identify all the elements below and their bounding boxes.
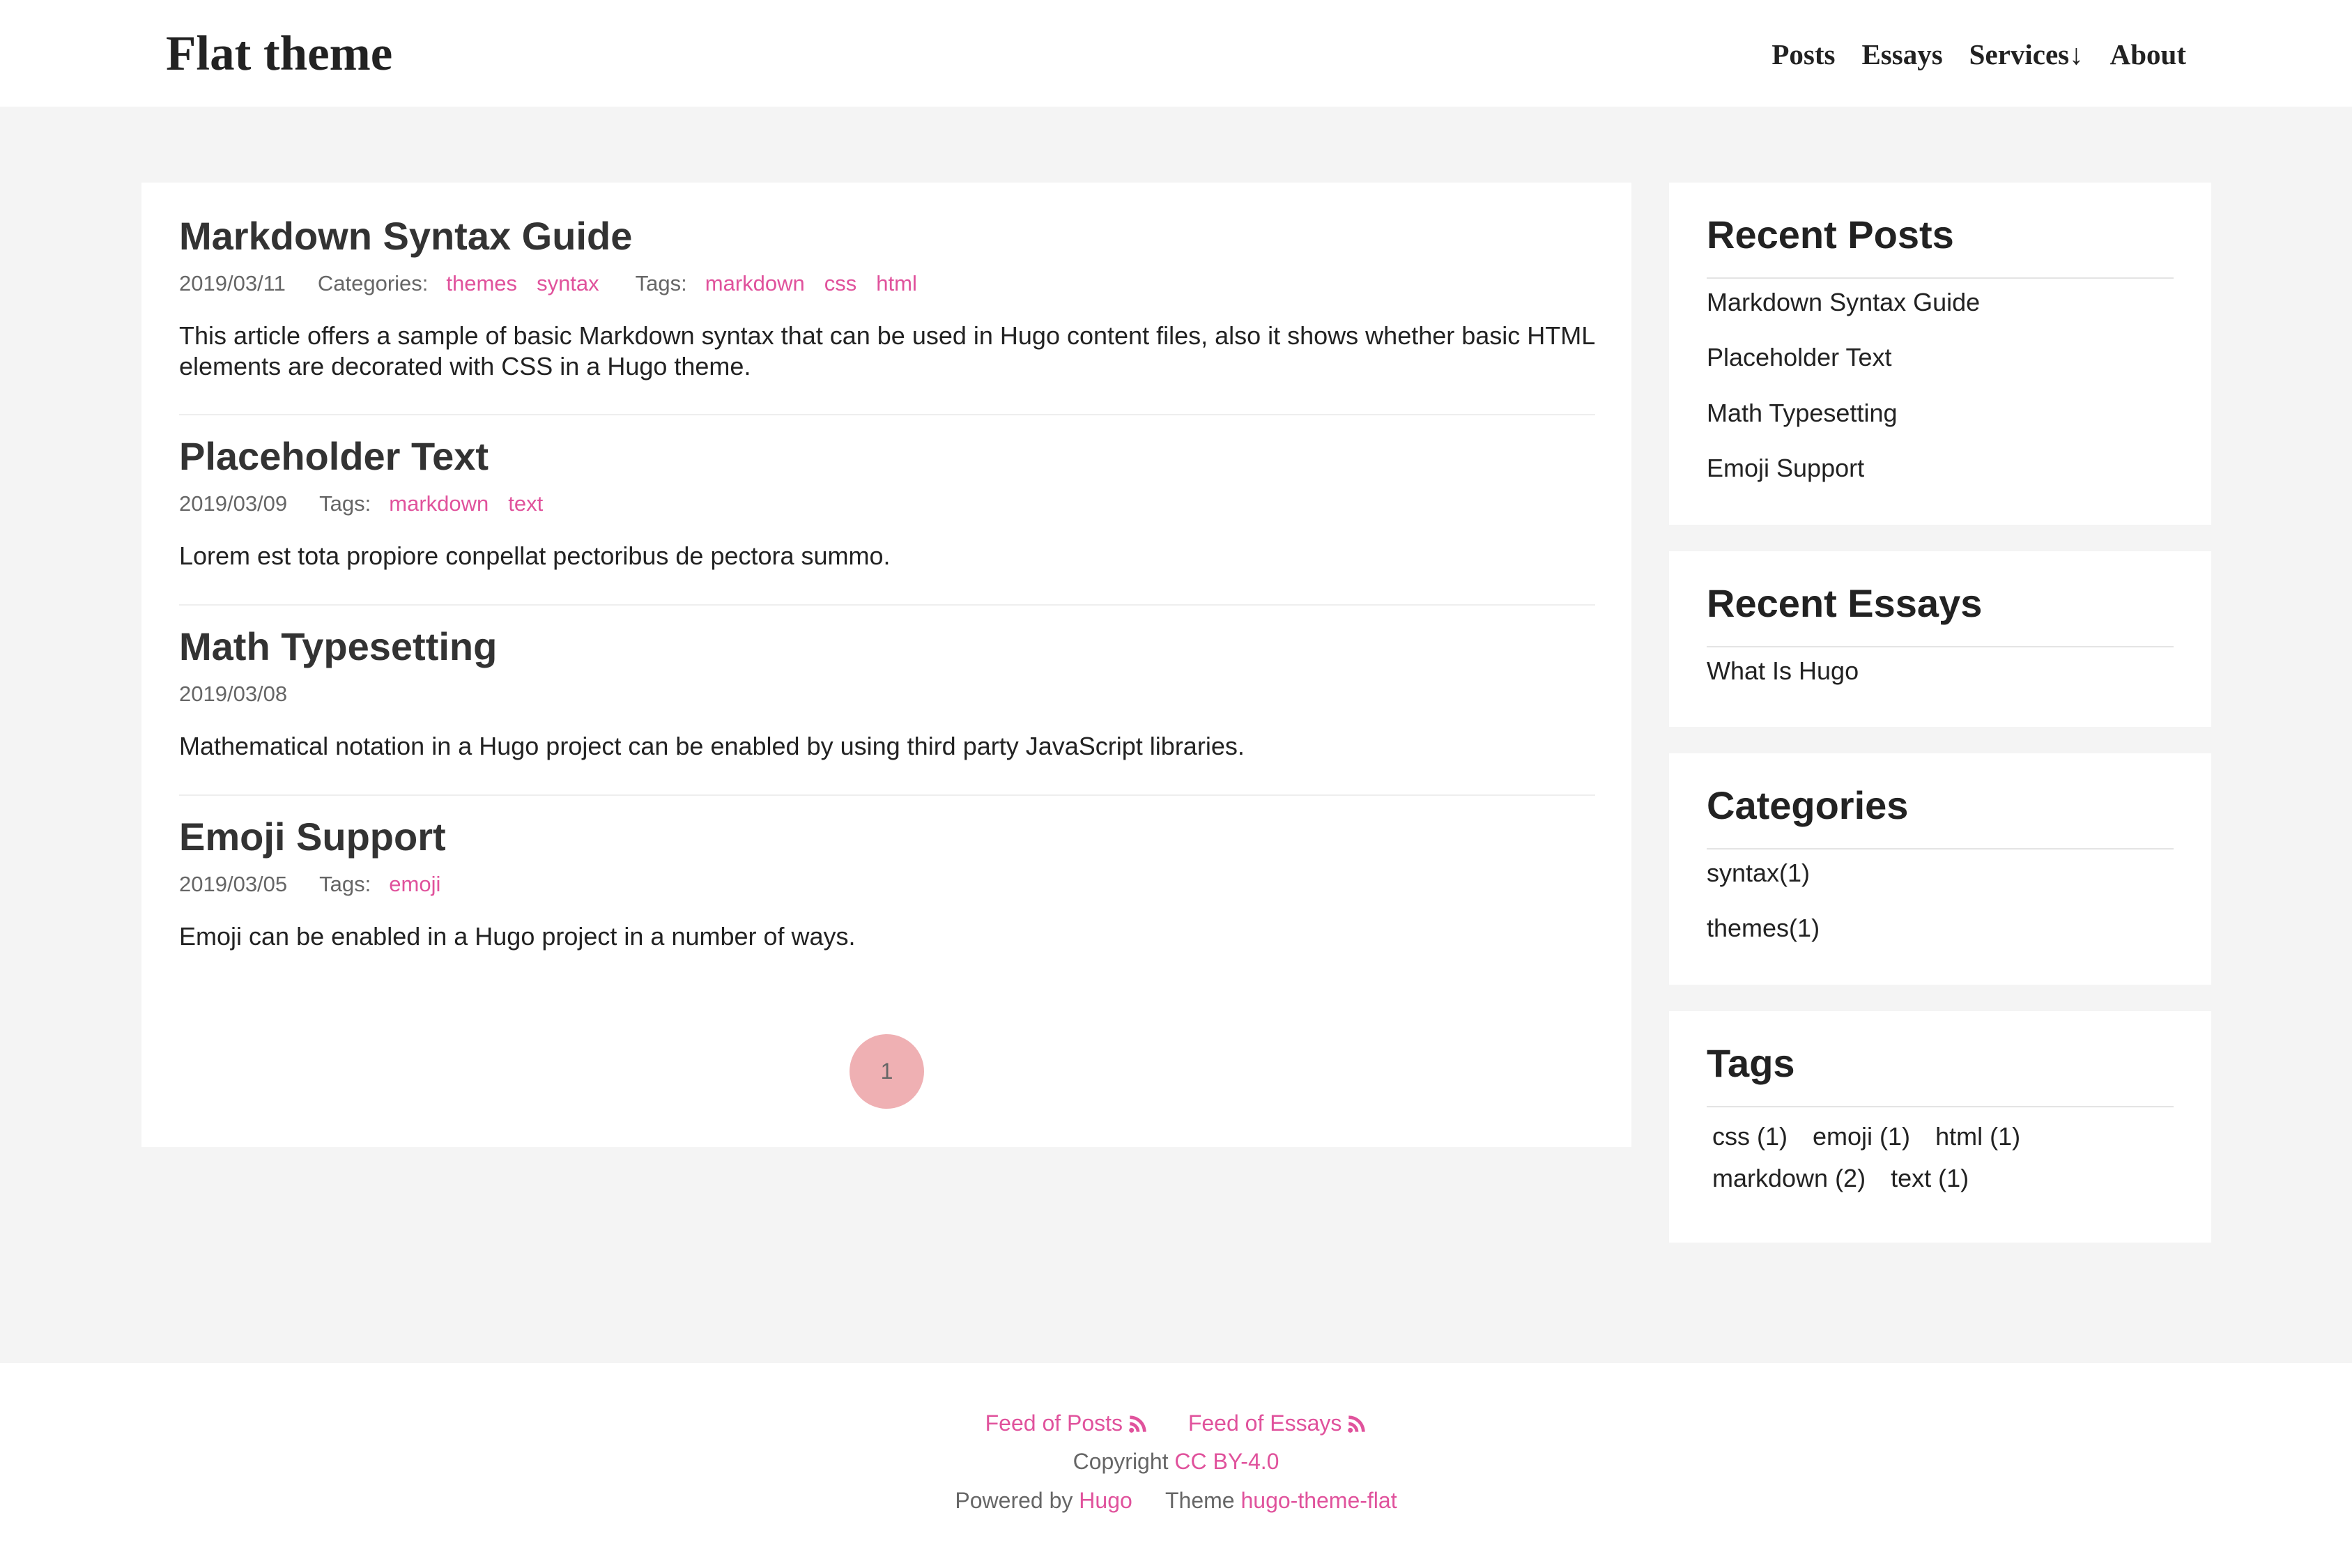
theme-label: Theme [1165, 1488, 1235, 1513]
tags-widget: Tags css (1) emoji (1) html (1) markdown… [1669, 1011, 2211, 1243]
tag-link[interactable]: markdown (2) [1712, 1158, 1866, 1199]
post-meta: 2019/03/09 Tags: markdown text [179, 491, 1595, 517]
post-meta: 2019/03/08 [179, 681, 1595, 707]
widget-divider [1707, 1106, 2174, 1107]
feed-essays-label: Feed of Essays [1187, 1411, 1342, 1436]
post-item: Markdown Syntax Guide 2019/03/11 Categor… [179, 213, 1595, 382]
tag-link[interactable]: emoji (1) [1813, 1116, 1910, 1158]
post-meta: 2019/03/05 Tags: emoji [179, 871, 1595, 898]
post-summary: Mathematical notation in a Hugo project … [179, 732, 1245, 760]
recent-posts-widget: Recent Posts Markdown Syntax Guide Place… [1669, 183, 2211, 525]
site-title[interactable]: Flat theme [166, 24, 392, 84]
widget-title: Recent Essays [1707, 581, 1983, 625]
feed-posts-link[interactable]: Feed of Posts [985, 1411, 1148, 1436]
category-link[interactable]: themes(1) [1707, 913, 1820, 944]
tag-link[interactable]: css (1) [1712, 1116, 1788, 1158]
tag-link[interactable]: text (1) [1891, 1158, 1969, 1199]
copyright-label: Copyright [1073, 1449, 1169, 1474]
category-link[interactable]: syntax(1) [1707, 858, 1810, 889]
recent-post-link[interactable]: Markdown Syntax Guide [1707, 287, 1980, 318]
post-list: Markdown Syntax Guide 2019/03/11 Categor… [141, 183, 1631, 1147]
post-title[interactable]: Emoji Support [179, 814, 1595, 860]
hugo-link[interactable]: Hugo [1079, 1488, 1132, 1513]
recent-essay-link[interactable]: What Is Hugo [1707, 656, 1859, 686]
post-meta: 2019/03/11 Categories: themes syntax Tag… [179, 270, 1595, 297]
post-title[interactable]: Placeholder Text [179, 433, 1595, 479]
tags-label: Tags: [635, 271, 687, 295]
tag-link-markdown[interactable]: markdown [705, 270, 805, 297]
copyright-line: Copyright CC BY-4.0 [0, 1447, 2352, 1475]
post-divider [179, 604, 1595, 606]
post-title[interactable]: Math Typesetting [179, 624, 1595, 670]
post-divider [179, 414, 1595, 415]
recent-essays-widget: Recent Essays What Is Hugo [1669, 551, 2211, 727]
post-summary: Lorem est tota propiore conpellat pector… [179, 541, 891, 570]
post-item: Math Typesetting 2019/03/08 Mathematical… [179, 624, 1595, 762]
post-title[interactable]: Markdown Syntax Guide [179, 213, 1595, 259]
site-footer: Feed of Posts Feed of Essays Copyright C… [0, 1363, 2352, 1568]
categories-label: Categories: [317, 271, 429, 295]
widget-title: Recent Posts [1707, 213, 1954, 256]
tag-link-css[interactable]: css [824, 270, 857, 297]
feed-links: Feed of Posts Feed of Essays [0, 1409, 2352, 1437]
post-date: 2019/03/08 [179, 682, 288, 706]
pagination-page-1[interactable]: 1 [850, 1034, 924, 1109]
tag-link[interactable]: html (1) [1935, 1116, 2020, 1158]
nav-about[interactable]: About [2110, 35, 2186, 74]
rss-icon [1129, 1415, 1146, 1433]
widget-divider [1707, 646, 2174, 647]
post-divider [179, 794, 1595, 796]
widget-title: Categories [1707, 783, 1909, 827]
theme-link[interactable]: hugo-theme-flat [1240, 1488, 1397, 1513]
tag-link-text[interactable]: text [508, 491, 543, 517]
nav-services[interactable]: Services↓ [1969, 35, 2084, 74]
main-nav: Posts Essays Services↓ About [1771, 35, 2186, 74]
site-header: Flat theme Posts Essays Services↓ About [0, 0, 2352, 107]
post-summary: This article offers a sample of basic Ma… [179, 321, 1594, 381]
feed-essays-link[interactable]: Feed of Essays [1188, 1411, 1367, 1436]
feed-posts-label: Feed of Posts [985, 1411, 1123, 1436]
post-item: Emoji Support 2019/03/05 Tags: emoji Emo… [179, 814, 1595, 952]
powered-label: Powered by [955, 1488, 1073, 1513]
recent-post-link[interactable]: Math Typesetting [1707, 398, 1898, 429]
recent-post-link[interactable]: Placeholder Text [1707, 342, 1892, 373]
license-link[interactable]: CC BY-4.0 [1174, 1449, 1279, 1474]
categories-widget: Categories syntax(1) themes(1) [1669, 753, 2211, 985]
rss-icon [1348, 1415, 1366, 1433]
post-date: 2019/03/05 [179, 872, 288, 896]
recent-post-link[interactable]: Emoji Support [1707, 453, 1864, 484]
tags-label: Tags: [319, 872, 371, 896]
post-summary: Emoji can be enabled in a Hugo project i… [179, 922, 856, 951]
tag-link-emoji[interactable]: emoji [389, 871, 440, 898]
widget-divider [1707, 277, 2174, 279]
widget-divider [1707, 848, 2174, 850]
tag-link-markdown[interactable]: markdown [389, 491, 489, 517]
post-date: 2019/03/11 [179, 271, 286, 295]
widget-title: Tags [1707, 1041, 1795, 1085]
nav-essays[interactable]: Essays [1861, 35, 1942, 74]
category-link-themes[interactable]: themes [446, 270, 517, 297]
tag-cloud: css (1) emoji (1) html (1) markdown (2) … [1712, 1116, 2165, 1199]
post-date: 2019/03/09 [179, 491, 288, 516]
category-link-syntax[interactable]: syntax [537, 270, 599, 297]
powered-line: Powered by Hugo Theme hugo-theme-flat [0, 1486, 2352, 1514]
tags-label: Tags: [319, 491, 371, 516]
post-item: Placeholder Text 2019/03/09 Tags: markdo… [179, 433, 1595, 571]
tag-link-html[interactable]: html [876, 270, 917, 297]
nav-posts[interactable]: Posts [1771, 35, 1835, 74]
